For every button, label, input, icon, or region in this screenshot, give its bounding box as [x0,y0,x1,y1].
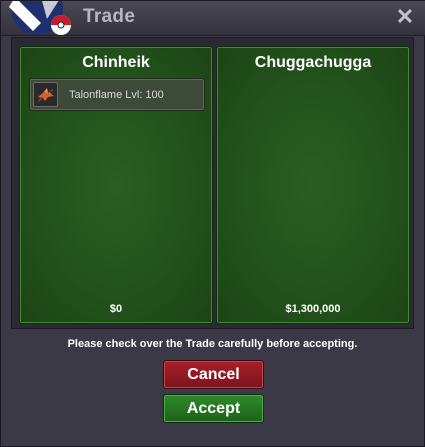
trader-name-partner: Chuggachugga [254,54,372,71]
pokeball-logo-icon [1,1,77,41]
trade-notice: Please check over the Trade carefully be… [67,338,358,350]
money-offer-partner: $1,300,000 [285,303,341,315]
trade-side-partner: Chuggachugga $1,300,000 [216,46,410,324]
trader-name-self: Chinheik [82,54,150,71]
window-title: Trade [83,6,136,27]
talonflame-icon [33,82,58,107]
accept-button[interactable]: Accept [163,394,264,423]
money-offer-self: $0 [109,303,123,315]
trade-item-slot[interactable]: Talonflame Lvl: 100 [29,78,205,111]
close-icon[interactable]: ✕ [394,5,416,29]
trade-window: Trade ✕ Chinheik Talonflame Lvl: 100 $0 … [0,0,425,447]
trade-side-self: Chinheik Talonflame Lvl: 100 $0 [19,46,213,324]
trade-item-label: Talonflame Lvl: 100 [69,89,164,101]
cancel-button[interactable]: Cancel [163,360,264,389]
title-bar[interactable]: Trade ✕ [1,1,425,36]
